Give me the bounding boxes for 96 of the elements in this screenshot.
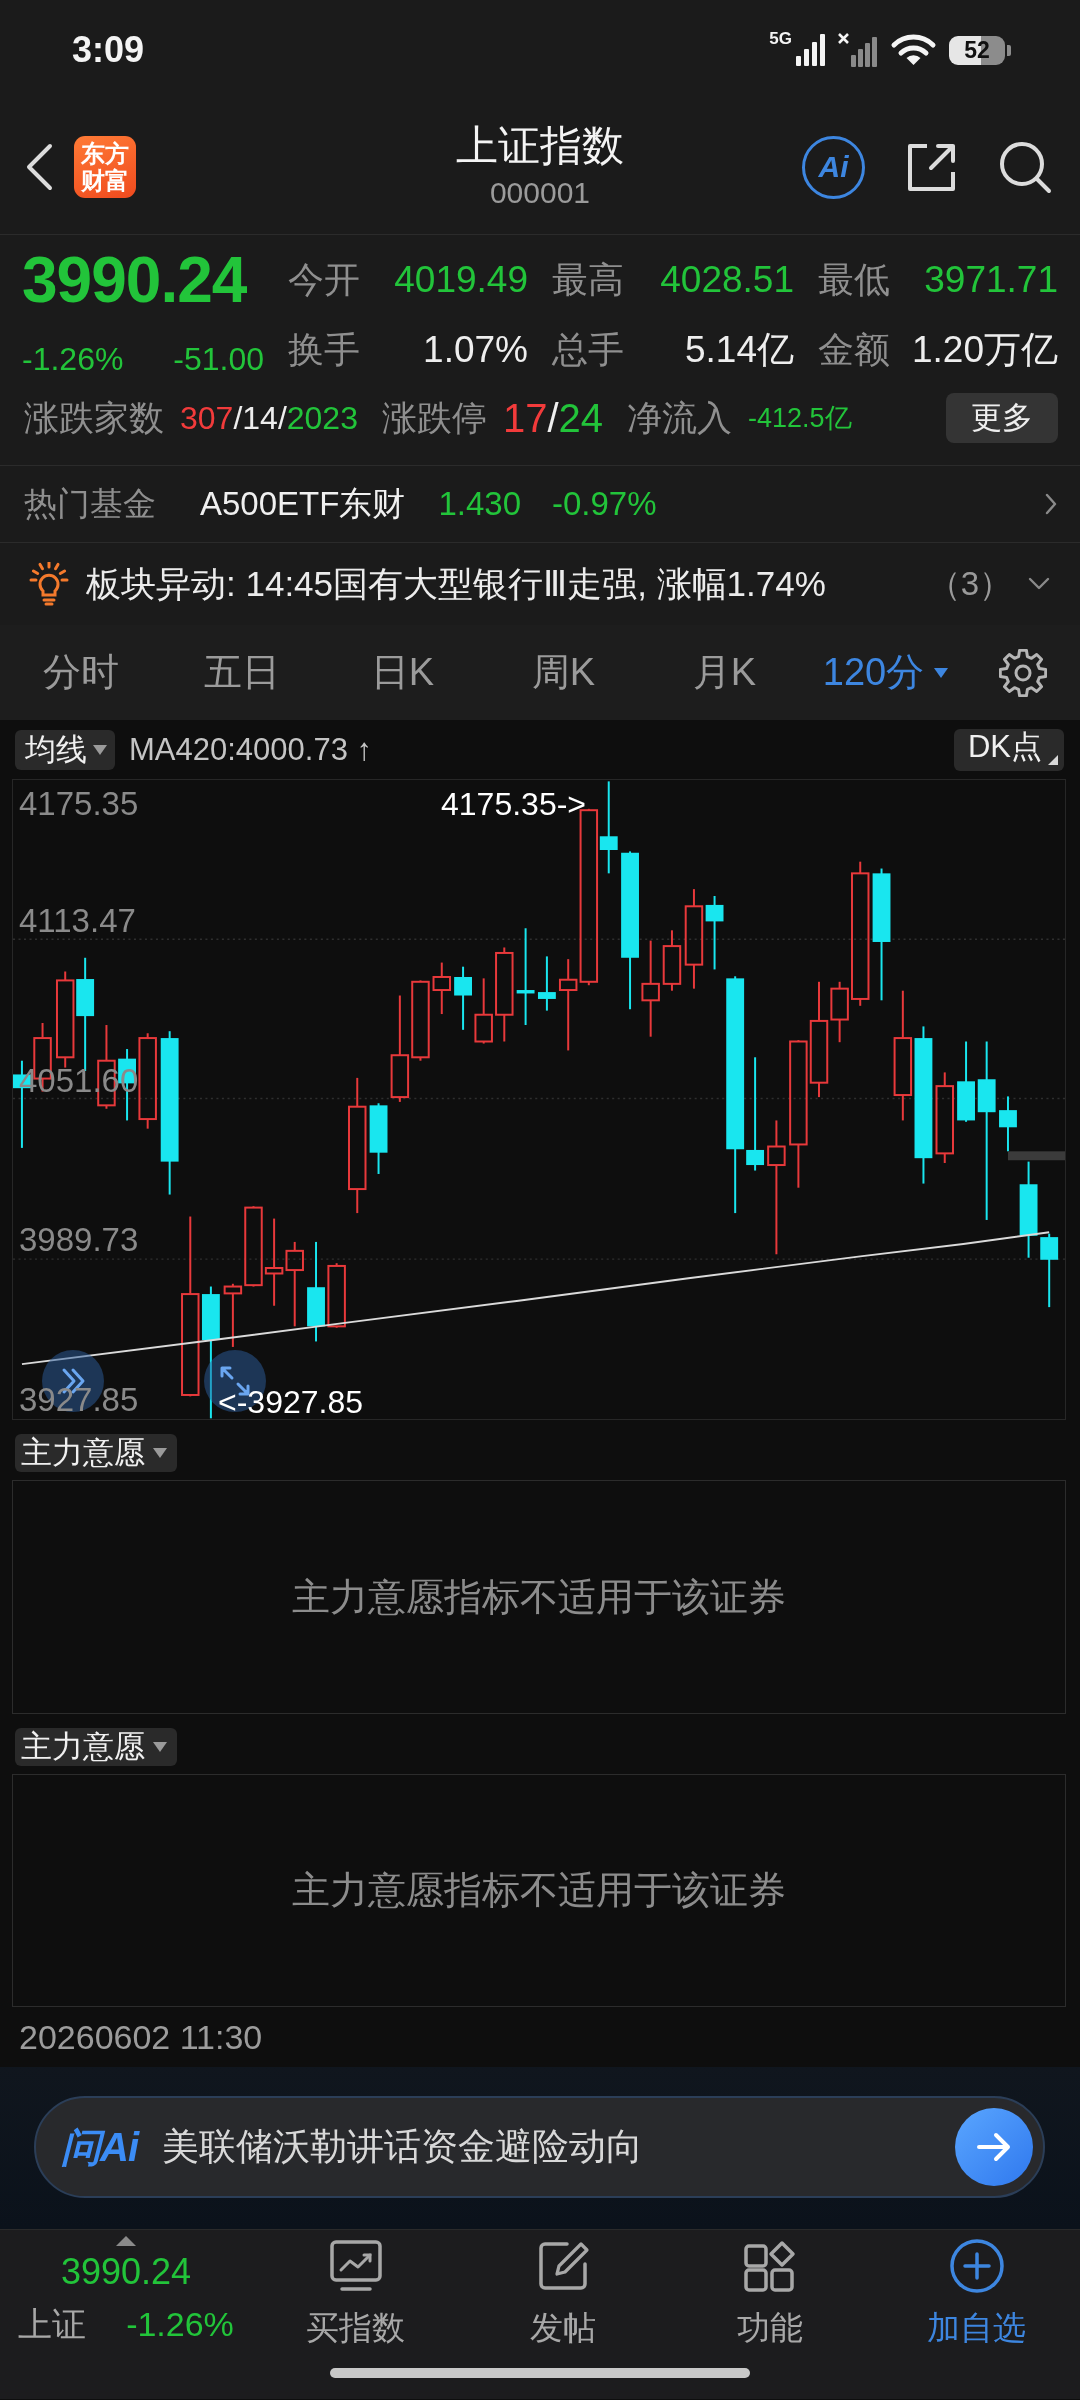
nav-index-name: 上证 bbox=[18, 2304, 87, 2345]
breadth-label: 净流入 bbox=[627, 396, 733, 439]
ask-bar[interactable]: 问Ai 美联储沃勒讲话资金避险动向 bbox=[34, 2096, 1045, 2198]
grid-icon bbox=[741, 2238, 798, 2294]
dk-button[interactable]: DK点 bbox=[953, 728, 1064, 771]
share-icon[interactable] bbox=[905, 141, 958, 193]
candlestick bbox=[432, 961, 451, 1016]
alert-text: 板块异动: 14:45国有大型银行Ⅲ走强, 涨幅1.74% bbox=[86, 562, 826, 605]
stat-value: 3971.71 bbox=[924, 259, 1058, 301]
network-type: 5G bbox=[769, 30, 792, 48]
back-icon[interactable] bbox=[24, 143, 54, 191]
nav-button[interactable]: 功能 bbox=[666, 2230, 873, 2399]
indicator-selector[interactable]: 主力意愿 bbox=[15, 1434, 177, 1472]
nav-index-change: -1.26% bbox=[126, 2304, 234, 2345]
period-tab[interactable]: 120分 bbox=[805, 625, 966, 720]
high-price-label: 4175.35-> bbox=[441, 786, 586, 822]
chevron-down-icon[interactable] bbox=[1028, 577, 1050, 591]
index-code: 000001 bbox=[489, 175, 591, 211]
candlestick bbox=[474, 977, 493, 1045]
period-tab[interactable]: 周K bbox=[483, 625, 644, 720]
index-title: 上证指数 bbox=[456, 121, 624, 171]
last-price: 3990.24 bbox=[22, 245, 248, 315]
breadth-value: -412.5亿 bbox=[748, 402, 852, 435]
price-axis-label: 4113.47 bbox=[19, 902, 136, 939]
candlestick bbox=[662, 929, 682, 992]
nav-button[interactable]: 买指数 bbox=[252, 2230, 459, 2399]
ask-ai-logo: 问Ai bbox=[61, 2123, 138, 2171]
breadth-label: 涨跌家数 bbox=[24, 396, 164, 439]
breadth-value: 17/24 bbox=[502, 395, 604, 441]
fund-change: -0.97% bbox=[552, 485, 657, 523]
signal-icon bbox=[796, 34, 826, 66]
breadth-value: 307/14/2023 bbox=[180, 399, 358, 437]
price-axis-label: 3989.73 bbox=[19, 1222, 139, 1259]
nav-button[interactable]: 发帖 bbox=[459, 2230, 666, 2399]
change-amount: -51.00 bbox=[173, 340, 264, 379]
nav-button[interactable]: 加自选 bbox=[873, 2230, 1080, 2399]
arrow-right-icon bbox=[976, 2132, 1012, 2162]
stat-label: 最高 bbox=[552, 257, 624, 302]
period-tab[interactable]: 分时 bbox=[0, 625, 161, 720]
caret-up-icon[interactable] bbox=[116, 2236, 136, 2246]
no-signal-icon bbox=[838, 33, 878, 67]
period-tab[interactable]: 月K bbox=[644, 625, 805, 720]
breadth-label: 涨跌停 bbox=[381, 396, 487, 439]
stat-value: 5.14亿 bbox=[685, 328, 794, 372]
timestamp: 20260602 11:30 bbox=[19, 2017, 263, 2057]
stat-label: 换手 bbox=[288, 327, 360, 372]
suggestion-text[interactable]: 美联储沃勒讲话资金避险动向 bbox=[162, 2122, 643, 2172]
stat-value: 1.07% bbox=[423, 329, 528, 371]
chevron-right-icon[interactable] bbox=[1045, 493, 1057, 515]
period-tab[interactable]: 五日 bbox=[161, 625, 322, 720]
fund-price: 1.430 bbox=[438, 485, 521, 523]
battery-indicator: 52 bbox=[949, 35, 1011, 65]
indicator-selector[interactable]: 均线 bbox=[15, 729, 115, 770]
stat-label: 今开 bbox=[288, 257, 360, 302]
settings-icon[interactable] bbox=[999, 648, 1047, 697]
dropdown-icon bbox=[93, 744, 107, 755]
indicator-selector[interactable]: 主力意愿 bbox=[15, 1728, 177, 1766]
fund-name: A500ETF东财 bbox=[200, 483, 406, 524]
stat-label: 金额 bbox=[818, 327, 890, 372]
hot-fund-row[interactable]: 热门基金 A500ETF东财 1.430 -0.97% bbox=[0, 465, 1080, 542]
price-marker bbox=[1007, 1151, 1065, 1161]
low-price-label: <-3927.85 bbox=[218, 1384, 363, 1420]
candlestick bbox=[537, 955, 556, 1012]
stat-label: 最低 bbox=[818, 257, 890, 302]
alert-count: （3） bbox=[927, 563, 1012, 604]
ai-button[interactable]: Ai bbox=[802, 135, 865, 199]
stat-value: 1.20万亿 bbox=[912, 328, 1058, 372]
nav-index-price: 3990.24 bbox=[60, 2250, 192, 2294]
corner-triangle-icon bbox=[1048, 754, 1058, 765]
candlestick bbox=[223, 1282, 243, 1348]
more-button[interactable]: 更多 bbox=[946, 393, 1058, 443]
ma-reading: MA420:4000.73 ↑ bbox=[129, 731, 372, 768]
bulb-icon bbox=[28, 562, 70, 606]
plus-circle-icon bbox=[948, 2238, 1005, 2294]
candlestick bbox=[327, 1262, 346, 1329]
dropdown-icon bbox=[153, 1448, 167, 1458]
stat-value: 4019.49 bbox=[394, 259, 528, 301]
app-logo: 东方财富 bbox=[74, 136, 136, 198]
status-time: 3:09 bbox=[72, 29, 145, 71]
candlestick bbox=[454, 965, 472, 1031]
price-axis-label: 4175.35 bbox=[19, 786, 139, 822]
candlestick bbox=[999, 1095, 1017, 1153]
wifi-icon bbox=[890, 33, 937, 67]
send-button[interactable] bbox=[955, 2108, 1033, 2186]
chart-monitor-icon bbox=[327, 2238, 384, 2294]
panel-message: 主力意愿指标不适用于该证券 bbox=[292, 1574, 786, 1620]
stat-value: 4028.51 bbox=[660, 259, 794, 301]
period-tab[interactable]: 日K bbox=[322, 625, 483, 720]
section-label: 热门基金 bbox=[24, 483, 156, 524]
panel-message: 主力意愿指标不适用于该证券 bbox=[292, 1868, 786, 1913]
change-percent: -1.26% bbox=[22, 340, 124, 379]
dropdown-icon bbox=[153, 1742, 167, 1752]
alert-row[interactable]: 板块异动: 14:45国有大型银行Ⅲ走强, 涨幅1.74% （3） bbox=[0, 542, 1080, 625]
stat-label: 总手 bbox=[552, 327, 624, 372]
dropdown-icon bbox=[934, 667, 949, 678]
search-icon[interactable] bbox=[998, 140, 1052, 194]
